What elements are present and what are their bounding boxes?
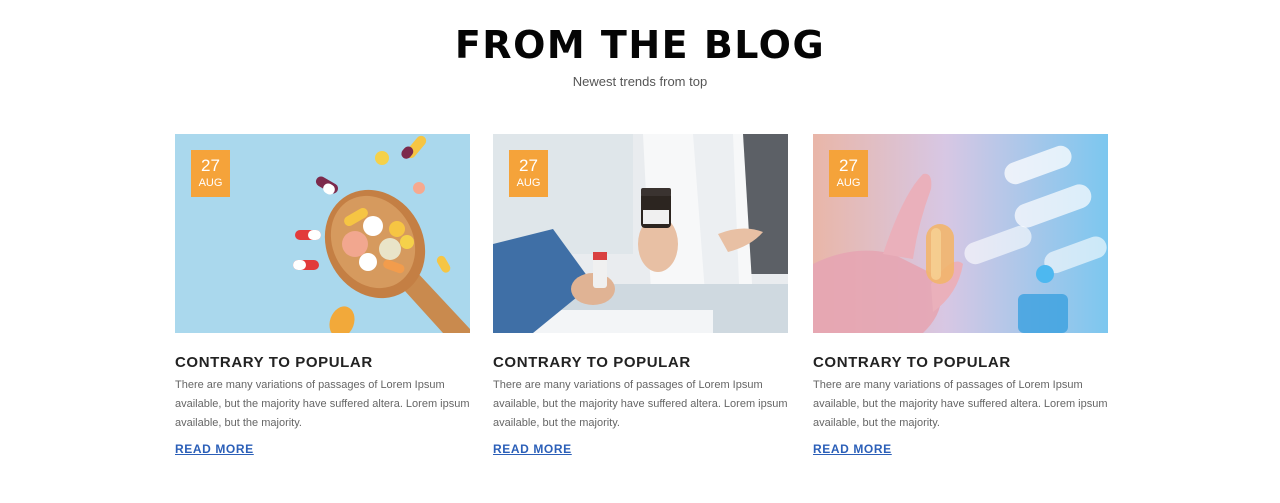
read-more-link[interactable]: READ MORE [175,442,254,456]
post-title[interactable]: CONTRARY TO POPULAR [493,354,691,371]
date-month: AUG [836,177,861,189]
blog-header: FROM THE BLOG Newest trends from top [0,22,1280,89]
post-title[interactable]: CONTRARY TO POPULAR [813,354,1011,371]
post-excerpt: There are many variations of passages of… [813,379,1108,429]
date-badge: 27 AUG [191,150,230,197]
date-badge: 27 AUG [829,150,868,197]
section-title: FROM THE BLOG [454,23,826,67]
blog-card: 27 AUG CONTRARY TO POPULAR There are man… [175,134,470,456]
blog-card: 27 AUG CONTRARY TO POPULAR There are man… [813,134,1108,456]
date-month: AUG [198,177,223,189]
blog-card: 27 AUG CONTRARY TO POPULAR There are man… [493,134,788,456]
date-month: AUG [516,177,541,189]
section-subtitle: Newest trends from top [572,74,708,89]
blog-card-image[interactable]: 27 AUG [493,134,788,333]
post-title[interactable]: CONTRARY TO POPULAR [175,354,373,371]
read-more-link[interactable]: READ MORE [493,442,572,456]
date-badge: 27 AUG [509,150,548,197]
read-more-link[interactable]: READ MORE [813,442,892,456]
blog-card-image[interactable]: 27 AUG [175,134,470,333]
blog-card-image[interactable]: 27 AUG [813,134,1108,333]
post-excerpt: There are many variations of passages of… [493,379,788,429]
date-day: 27 [519,156,538,175]
date-day: 27 [839,156,858,175]
date-day: 27 [201,156,220,175]
post-excerpt: There are many variations of passages of… [175,379,470,429]
